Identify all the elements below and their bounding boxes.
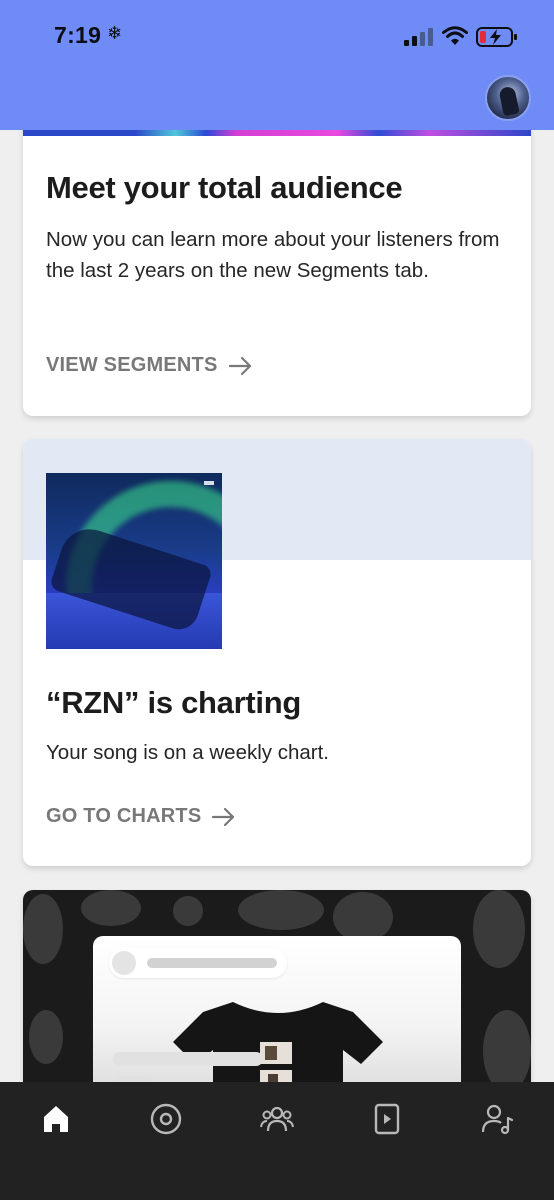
- arrow-right-icon: [228, 356, 251, 375]
- charting-card-body: Your song is on a weekly chart.: [46, 741, 329, 764]
- album-artwork[interactable]: [46, 473, 222, 649]
- music-icon: [150, 1103, 182, 1135]
- team-icon: [481, 1104, 514, 1135]
- tab-audience[interactable]: [257, 1099, 297, 1139]
- decorative-blob: [483, 1010, 531, 1082]
- charting-card-title: “RZN” is charting: [46, 685, 301, 720]
- decorative-blob: [238, 890, 324, 930]
- tab-team[interactable]: [478, 1099, 518, 1139]
- card-color-stripe: [23, 130, 531, 136]
- decorative-blob: [23, 894, 63, 964]
- audience-card-body: Now you can learn more about your listen…: [46, 228, 500, 282]
- decorative-blob: [473, 890, 525, 968]
- tab-music[interactable]: [146, 1099, 186, 1139]
- arrow-right-icon: [212, 807, 235, 826]
- view-segments-label: VIEW SEGMENTS: [46, 354, 218, 376]
- audience-icon: [260, 1106, 294, 1132]
- decorative-blob: [81, 890, 141, 926]
- home-feed[interactable]: Meet your total audience Now you can lea…: [0, 130, 554, 1082]
- wifi-icon: [442, 26, 468, 45]
- tshirt-icon: [173, 1002, 383, 1082]
- charting-card: “RZN” is charting Your song is on a week…: [23, 439, 531, 866]
- snowflake-icon: ❄: [107, 23, 123, 43]
- merch-placeholder-header: [109, 948, 287, 978]
- profile-avatar[interactable]: [485, 75, 531, 121]
- decorative-blob: [333, 892, 393, 942]
- audience-card-title: Meet your total audience: [46, 170, 403, 205]
- status-bar: 7:19 ❄: [0, 0, 554, 130]
- battery-charging-icon: [476, 27, 517, 47]
- status-time: 7:19: [54, 22, 102, 48]
- merch-placeholder-line: [113, 1052, 263, 1066]
- video-icon: [374, 1103, 400, 1135]
- tab-home[interactable]: [36, 1099, 76, 1139]
- bottom-tab-bar: [0, 1082, 554, 1200]
- tab-video[interactable]: [367, 1099, 407, 1139]
- merch-card[interactable]: [23, 890, 531, 1082]
- cellular-signal-icon: [404, 28, 433, 46]
- home-icon: [44, 1106, 68, 1132]
- go-to-charts-label: GO TO CHARTS: [46, 805, 202, 827]
- view-segments-link[interactable]: VIEW SEGMENTS: [46, 354, 254, 377]
- go-to-charts-link[interactable]: GO TO CHARTS: [46, 805, 237, 828]
- audience-card: Meet your total audience Now you can lea…: [23, 130, 531, 416]
- decorative-blob: [173, 896, 203, 926]
- decorative-blob: [29, 1010, 63, 1064]
